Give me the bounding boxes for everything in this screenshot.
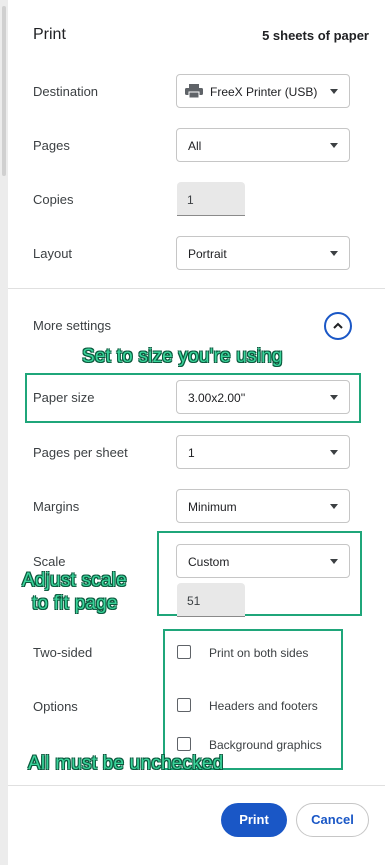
scale-value: Custom [188, 555, 230, 569]
paper-size-annotation: Set to size you're using [82, 346, 283, 367]
scrollbar-thumb[interactable] [2, 6, 6, 176]
copies-value: 1 [187, 193, 194, 207]
chevron-down-icon [330, 504, 338, 509]
scale-label: Scale [33, 554, 66, 569]
chevron-down-icon [330, 395, 338, 400]
copies-label: Copies [33, 192, 74, 207]
print-both-sides-label[interactable]: Print on both sides [209, 646, 308, 660]
pages-per-sheet-label: Pages per sheet [33, 445, 128, 460]
pages-label: Pages [33, 138, 70, 153]
chevron-down-icon [330, 450, 338, 455]
cancel-button[interactable]: Cancel [296, 803, 369, 837]
scale-custom-input[interactable]: 51 [177, 583, 245, 617]
chevron-down-icon [330, 143, 338, 148]
options-label: Options [33, 699, 78, 714]
margins-select[interactable]: Minimum [176, 489, 350, 523]
scale-select[interactable]: Custom [176, 544, 350, 578]
chevron-down-icon [330, 559, 338, 564]
background-graphics-label[interactable]: Background graphics [209, 738, 322, 752]
pages-per-sheet-value: 1 [188, 446, 195, 460]
headers-footers-label[interactable]: Headers and footers [209, 699, 318, 713]
chevron-down-icon [330, 251, 338, 256]
paper-size-label: Paper size [33, 390, 95, 405]
margins-value: Minimum [188, 500, 237, 514]
page-title: Print [33, 26, 66, 43]
background-graphics-checkbox[interactable] [177, 737, 191, 751]
sheet-count: 5 sheets of paper [262, 28, 369, 43]
section-divider [8, 288, 385, 289]
paper-size-value: 3.00x2.00'' [188, 391, 246, 405]
pages-value: All [188, 139, 202, 153]
print-both-sides-checkbox[interactable] [177, 645, 191, 659]
chevron-up-icon [333, 322, 343, 329]
more-settings-toggle-button[interactable] [324, 312, 352, 340]
print-button[interactable]: Print [221, 803, 287, 837]
layout-value: Portrait [188, 247, 227, 261]
copies-input[interactable]: 1 [177, 182, 245, 216]
margins-label: Margins [33, 499, 80, 514]
footer-divider [8, 785, 385, 786]
two-sided-label: Two-sided [33, 645, 93, 660]
scale-custom-value: 51 [187, 594, 201, 608]
destination-label: Destination [33, 84, 99, 99]
headers-footers-checkbox[interactable] [177, 698, 191, 712]
pages-select[interactable]: All [176, 128, 350, 162]
chevron-down-icon [330, 89, 338, 94]
layout-select[interactable]: Portrait [176, 236, 350, 270]
pages-per-sheet-select[interactable]: 1 [176, 435, 350, 469]
destination-value: FreeX Printer (USB) [210, 85, 318, 99]
more-settings-label[interactable]: More settings [33, 318, 111, 333]
scale-annotation-line2: to fit page [32, 593, 118, 614]
checkbox-annotation: All must be unchecked [28, 753, 224, 774]
printer-icon [185, 84, 203, 98]
paper-size-select[interactable]: 3.00x2.00'' [176, 380, 350, 414]
layout-label: Layout [33, 246, 73, 261]
destination-select[interactable]: FreeX Printer (USB) [176, 74, 350, 108]
scale-annotation-line1: Adjust scale [22, 570, 127, 591]
